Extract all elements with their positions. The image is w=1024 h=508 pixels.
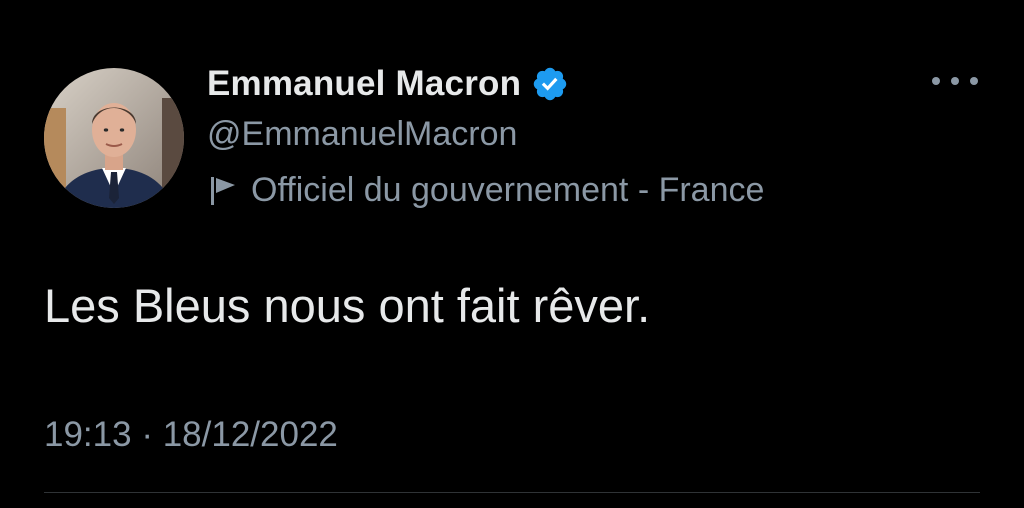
timestamp-separator: · <box>141 415 153 454</box>
flag-icon <box>207 173 241 207</box>
verified-badge-icon <box>531 65 569 103</box>
tweet-text: Les Bleus nous ont fait rêver. <box>44 279 651 332</box>
author-handle[interactable]: @EmmanuelMacron <box>207 114 517 154</box>
tweet-date: 18/12/2022 <box>162 415 338 454</box>
avatar[interactable] <box>44 68 184 208</box>
author-display-name[interactable]: Emmanuel Macron <box>207 64 521 104</box>
avatar-photo <box>44 68 184 208</box>
affiliation-label: Officiel du gouvernement - France <box>251 171 765 209</box>
more-dot <box>951 77 959 85</box>
tweet-timestamp[interactable]: 19:13 · 18/12/2022 <box>44 412 338 458</box>
divider <box>44 492 980 493</box>
tweet-card: Emmanuel Macron @EmmanuelMacron Officiel… <box>0 0 1024 508</box>
affiliation-row: Officiel du gouvernement - France <box>207 170 764 210</box>
more-options-icon[interactable] <box>932 66 978 96</box>
tweet-time: 19:13 <box>44 415 132 454</box>
more-dot <box>932 77 940 85</box>
more-dot <box>970 77 978 85</box>
author-name-row: Emmanuel Macron <box>207 62 569 106</box>
